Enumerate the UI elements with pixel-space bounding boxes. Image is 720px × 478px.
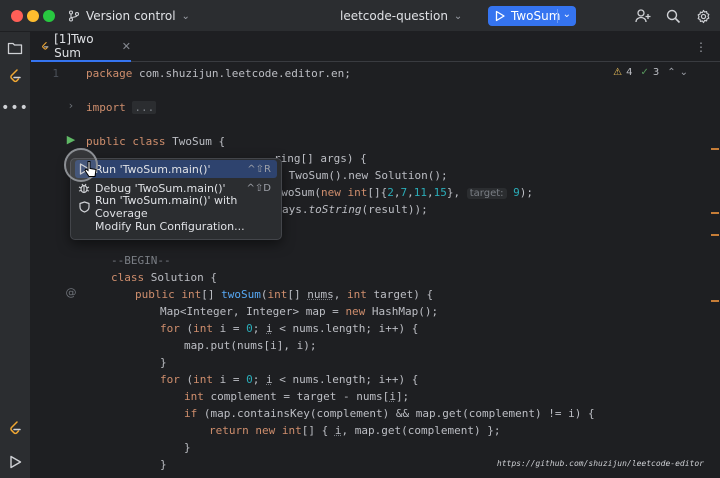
run-context-menu: Run 'TwoSum.main()' ^⇧R Debug 'TwoSum.ma… — [70, 158, 282, 240]
code-line: ring[] args) { — [274, 152, 367, 165]
leetcode-bottom-icon[interactable] — [5, 418, 25, 438]
pointer-cursor-icon — [84, 161, 97, 177]
version-control-label: Version control — [86, 9, 176, 23]
run-icon — [495, 10, 505, 22]
run-gutter-icon[interactable]: ▶ — [64, 133, 78, 146]
add-user-icon[interactable] — [634, 7, 652, 25]
code-line: class Solution { — [111, 271, 217, 284]
editor-tab-bar: [1]Two Sum ✕ ⋮ — [31, 32, 720, 62]
code-line: return new int[] { i, map.get(complement… — [209, 424, 501, 437]
coverage-icon — [75, 201, 93, 213]
code-line: int complement = target - nums[i]; — [184, 390, 410, 403]
title-bar: Version control ⌄ leetcode-question ⌄ Tw… — [0, 0, 720, 32]
code-line: import ... — [86, 101, 157, 114]
code-line: public int[] twoSum(int[] nums, int targ… — [135, 288, 434, 301]
warning-mark[interactable] — [711, 300, 719, 302]
chevron-down-icon: ⌄ — [181, 10, 190, 22]
code-line: package com.shuzijun.leetcode.editor.en; — [86, 67, 351, 80]
fold-chevron-icon[interactable]: › — [64, 99, 78, 112]
chevron-down-icon[interactable]: ⌄ — [563, 9, 571, 20]
repo-url: https://github.com/shuzijun/leetcode-edi… — [496, 459, 704, 468]
debug-icon — [75, 182, 93, 194]
code-line: map.put(nums[i], i); — [184, 339, 317, 352]
code-line: ays.toString(result)); — [282, 203, 428, 216]
code-editor[interactable]: 1 ⚠ 4 ✓ 3 ⌃ ⌄ package com.shuzijun.leetc… — [31, 62, 720, 478]
tool-window-bar: ••• — [0, 32, 31, 478]
code-line: twoSum(new int[]{2,7,11,15}, target: 9); — [268, 186, 534, 199]
check-icon: ✓ — [640, 67, 649, 78]
code-line: } — [184, 441, 191, 454]
implements-gutter-icon[interactable]: @ — [64, 286, 78, 299]
leetcode-icon[interactable] — [5, 66, 25, 86]
code-line: public class TwoSum { — [86, 135, 226, 148]
chevron-down-icon[interactable]: ⌄ — [680, 67, 688, 78]
project-selector[interactable]: leetcode-question ⌄ — [340, 0, 462, 32]
line-number: 1 — [52, 67, 59, 80]
run-configuration-label: TwoSum — [511, 9, 561, 23]
more-tabs-icon[interactable]: ⋮ — [692, 38, 710, 56]
close-window-button[interactable] — [11, 10, 23, 22]
code-line: for (int i = 0; i < nums.length; i++) { — [160, 373, 419, 386]
code-line: } — [160, 458, 167, 471]
menu-item-label: Debug 'TwoSum.main()' — [95, 181, 226, 195]
menu-item-run[interactable]: Run 'TwoSum.main()' ^⇧R — [75, 160, 277, 178]
code-line: TwoSum().new Solution(); — [282, 169, 448, 182]
close-tab-icon[interactable]: ✕ — [122, 40, 131, 53]
project-folder-icon[interactable] — [5, 38, 25, 58]
run-configuration-button[interactable]: TwoSum ⌄ — [488, 6, 576, 26]
ok-count: 3 — [652, 67, 660, 78]
version-control-menu[interactable]: Version control ⌄ — [68, 0, 190, 32]
menu-item-label: Modify Run Configuration... — [95, 219, 245, 233]
project-name: leetcode-question — [340, 9, 448, 23]
menu-item-label: Run 'TwoSum.main()' — [95, 162, 211, 176]
run-tool-icon[interactable] — [5, 452, 25, 472]
error-stripe[interactable] — [710, 62, 720, 478]
warning-icon: ⚠ — [613, 67, 623, 78]
tab-label: [1]Two Sum — [54, 32, 94, 60]
zoom-window-button[interactable] — [43, 10, 55, 22]
code-line: --BEGIN-- — [111, 254, 171, 267]
more-tools-icon[interactable]: ••• — [1, 98, 28, 118]
divider — [557, 9, 558, 23]
chevron-down-icon: ⌄ — [453, 10, 463, 22]
menu-item-modify-config[interactable]: Modify Run Configuration... — [75, 217, 277, 235]
leetcode-file-icon — [42, 42, 49, 50]
tab-two-sum[interactable]: [1]Two Sum ✕ — [31, 32, 131, 62]
code-line: } — [160, 356, 167, 369]
menu-item-coverage[interactable]: Run 'TwoSum.main()' with Coverage — [75, 194, 277, 220]
warning-mark[interactable] — [711, 234, 719, 236]
code-line: if (map.containsKey(complement) && map.g… — [184, 407, 595, 420]
settings-icon[interactable] — [694, 7, 712, 25]
minimize-window-button[interactable] — [27, 10, 39, 22]
chevron-up-icon[interactable]: ⌃ — [667, 67, 675, 78]
menu-item-shortcut: ^⇧D — [246, 182, 271, 194]
parameter-hint: target: — [466, 188, 507, 199]
branch-icon — [68, 10, 80, 22]
menu-item-shortcut: ^⇧R — [247, 163, 271, 175]
warning-count: 4 — [626, 67, 633, 78]
code-line: for (int i = 0; i < nums.length; i++) { — [160, 322, 419, 335]
search-icon[interactable] — [664, 7, 682, 25]
code-line: Map<Integer, Integer> map = new HashMap(… — [160, 305, 439, 318]
warning-mark[interactable] — [711, 148, 719, 150]
inspection-widget[interactable]: ⚠ 4 ✓ 3 ⌃ ⌄ — [613, 67, 688, 78]
warning-mark[interactable] — [711, 212, 719, 214]
